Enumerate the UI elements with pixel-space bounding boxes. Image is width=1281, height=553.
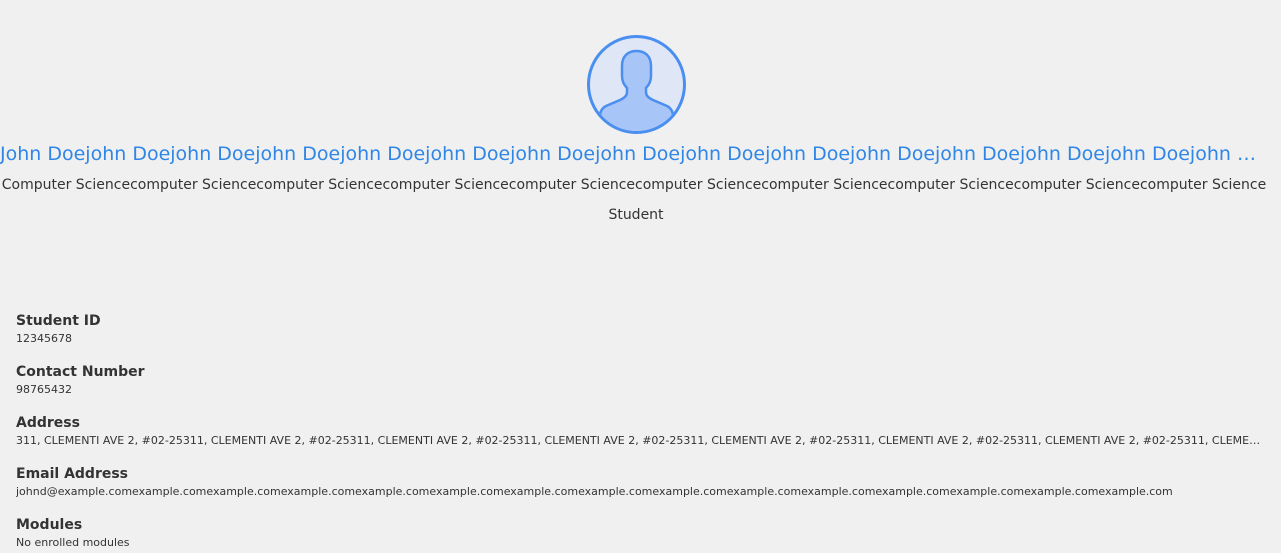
- field-value: johnd@example.comexample.comexample.come…: [16, 485, 1173, 498]
- field-contact-number: Contact Number 98765432: [16, 362, 1266, 413]
- field-value: 98765432: [16, 383, 72, 396]
- student-profile-page: John Doejohn Doejohn Doejohn Doejohn Doe…: [0, 0, 1281, 553]
- student-name: John Doejohn Doejohn Doejohn Doejohn Doe…: [0, 143, 1268, 165]
- field-label: Contact Number: [16, 364, 145, 380]
- field-label: Address: [16, 415, 80, 431]
- student-major: Computer Sciencecomputer Sciencecomputer…: [1, 177, 1267, 193]
- field-label: Student ID: [16, 313, 101, 329]
- avatar: [586, 34, 687, 135]
- field-value: No enrolled modules: [16, 536, 130, 549]
- field-value: 311, CLEMENTI AVE 2, #02-25311, CLEMENTI…: [16, 434, 1266, 447]
- student-role: Student: [608, 207, 664, 223]
- details-list: Student ID 12345678 Contact Number 98765…: [16, 311, 1266, 553]
- field-modules: Modules No enrolled modules: [16, 515, 1266, 553]
- field-email-address: Email Address johnd@example.comexample.c…: [16, 464, 1266, 515]
- field-student-id: Student ID 12345678: [16, 311, 1266, 362]
- field-value: 12345678: [16, 332, 72, 345]
- field-label: Modules: [16, 517, 83, 533]
- user-avatar-icon: [587, 35, 686, 134]
- field-label: Email Address: [16, 466, 129, 482]
- field-address: Address 311, CLEMENTI AVE 2, #02-25311, …: [16, 413, 1266, 464]
